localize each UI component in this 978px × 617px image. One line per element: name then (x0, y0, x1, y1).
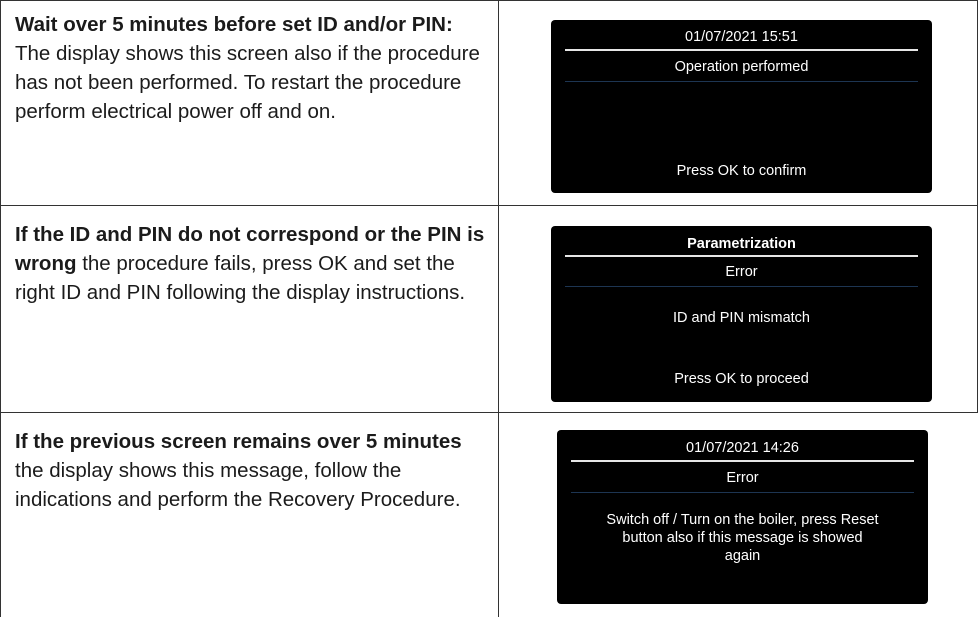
row-2-text: the procedure fails, press OK and set th… (15, 252, 466, 304)
screen-3-subtitle: Error (726, 470, 759, 486)
screen-2-footer: Press OK to proceed (674, 371, 809, 387)
row-3-display-screen: 01/07/2021 14:26 Error Switch off / Turn… (557, 430, 928, 604)
row-1-bold-text: Wait over 5 minutes before set ID and/or… (15, 13, 453, 36)
row-3-description: If the previous screen remains over 5 mi… (15, 427, 495, 514)
row-1-text: The display shows this screen also if th… (15, 42, 480, 123)
screen-3-message: Switch off / Turn on the boiler, press R… (606, 512, 879, 564)
screen-2-subtitle-line (565, 286, 918, 287)
screen-2-subtitle: Error (725, 264, 758, 280)
screen-3-subtitle-line (571, 492, 914, 493)
screen-3-header: 01/07/2021 14:26 (686, 440, 799, 456)
row-2-description: If the ID and PIN do not correspond or t… (15, 220, 495, 307)
row-2-display-screen: Parametrization Error ID and PIN mismatc… (551, 226, 932, 402)
screen-2-header: Parametrization (687, 236, 796, 252)
row-3-bold-text: If the previous screen remains over 5 mi… (15, 430, 462, 453)
screen-3-header-line (571, 460, 914, 462)
table-top-border (0, 0, 978, 1)
screen-1-footer: Press OK to confirm (676, 163, 807, 179)
table-row-divider (0, 205, 978, 206)
row-1-display-screen: 01/07/2021 15:51 Operation performed Pre… (551, 20, 932, 193)
screen-1-subtitle-line (565, 81, 918, 82)
screen-1-subtitle: Operation performed (674, 59, 809, 75)
screen-2-message: ID and PIN mismatch (673, 310, 810, 326)
table-left-border (0, 0, 1, 617)
table-column-divider (498, 0, 499, 617)
row-3-text: the display shows this message, follow t… (15, 459, 461, 511)
screen-1-header: 01/07/2021 15:51 (685, 29, 798, 45)
screen-1-header-line (565, 49, 918, 51)
table-row-divider (0, 412, 978, 413)
row-1-description: Wait over 5 minutes before set ID and/or… (15, 10, 495, 126)
screen-2-header-line (565, 255, 918, 257)
